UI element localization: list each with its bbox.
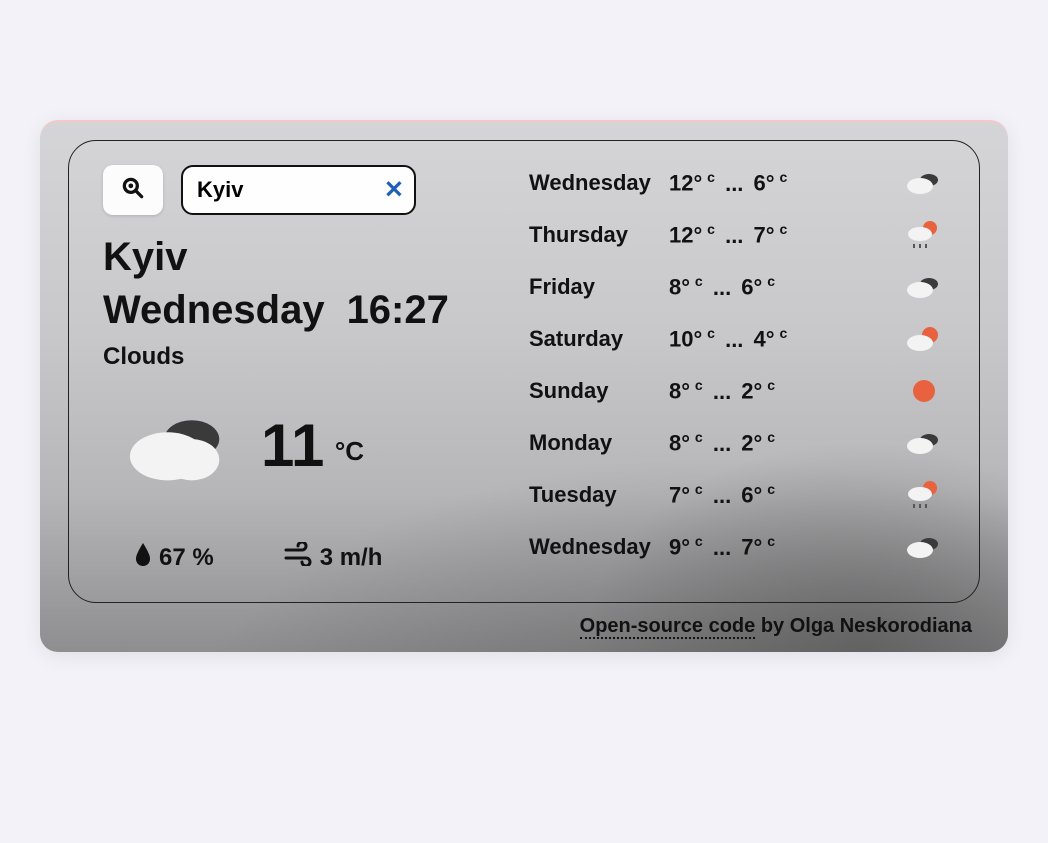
forecast-row: Sunday8° c ... 2° c: [529, 375, 945, 407]
droplet-icon: [133, 541, 153, 574]
humidity-item: 67 %: [133, 541, 214, 574]
forecast-cloud-icon: [903, 271, 945, 303]
cloud-icon: [123, 401, 233, 491]
source-code-link[interactable]: Open-source code: [580, 615, 756, 639]
forecast-row: Tuesday7° c ... 6° c: [529, 479, 945, 511]
wind-icon: [284, 542, 314, 573]
current-condition: Clouds: [103, 343, 519, 371]
temperature-value-group: 11 °C: [261, 416, 364, 476]
city-search-input[interactable]: [181, 165, 416, 215]
forecast-day: Saturday: [529, 326, 669, 352]
forecast-row: Wednesday12° c ... 6° c: [529, 167, 945, 199]
forecast-row: Saturday10° c ... 4° c: [529, 323, 945, 355]
forecast-day: Wednesday: [529, 170, 669, 196]
forecast-range: 8° c ... 2° c: [669, 429, 903, 456]
temperature-value: 11: [261, 412, 324, 479]
forecast-cloud-icon: [903, 427, 945, 459]
forecast-row: Monday8° c ... 2° c: [529, 427, 945, 459]
forecast-rain-sun-icon: [903, 479, 945, 511]
forecast-day: Monday: [529, 430, 669, 456]
forecast-section: Wednesday12° c ... 6° cThursday12° c ...…: [529, 165, 945, 574]
humidity-wind-row: 67 % 3 m/h: [103, 541, 519, 574]
humidity-value: 67 %: [159, 544, 214, 572]
forecast-range: 12° c ... 6° c: [669, 169, 903, 196]
forecast-range: 7° c ... 6° c: [669, 481, 903, 508]
forecast-row: Thursday12° c ... 7° c: [529, 219, 945, 251]
temperature-row: 11 °C: [103, 401, 519, 491]
current-day: Wednesday: [103, 288, 325, 333]
forecast-cloud-sun-icon: [903, 323, 945, 355]
search-map-pin-icon: [120, 175, 146, 206]
forecast-list: Wednesday12° c ... 6° cThursday12° c ...…: [529, 165, 945, 563]
forecast-range: 8° c ... 2° c: [669, 377, 903, 404]
forecast-day: Thursday: [529, 222, 669, 248]
forecast-day: Wednesday: [529, 534, 669, 560]
forecast-rain-sun-icon: [903, 219, 945, 251]
forecast-range: 8° c ... 6° c: [669, 273, 903, 300]
wind-item: 3 m/h: [284, 541, 383, 574]
forecast-cloud-icon: [903, 167, 945, 199]
current-weather-section: ✕ Kyiv Wednesday 16:27 Clouds 11: [103, 165, 519, 574]
forecast-row: Friday8° c ... 6° c: [529, 271, 945, 303]
city-name: Kyiv: [103, 235, 519, 280]
forecast-day: Sunday: [529, 378, 669, 404]
search-button[interactable]: [103, 165, 163, 215]
clear-input-icon[interactable]: ✕: [384, 176, 404, 205]
forecast-cloud-icon: [903, 531, 945, 563]
weather-card: ✕ Kyiv Wednesday 16:27 Clouds 11: [40, 120, 1008, 652]
temperature-unit: °C: [335, 436, 364, 466]
search-row: ✕: [103, 165, 519, 215]
forecast-sun-icon: [903, 375, 945, 407]
forecast-day: Friday: [529, 274, 669, 300]
current-time: 16:27: [347, 288, 449, 333]
forecast-range: 12° c ... 7° c: [669, 221, 903, 248]
forecast-range: 9° c ... 7° c: [669, 533, 903, 560]
search-input-wrap: ✕: [181, 165, 416, 215]
footer: Open-source code by Olga Neskorodiana: [68, 615, 980, 638]
footer-byline: by Olga Neskorodiana: [755, 615, 972, 637]
forecast-range: 10° c ... 4° c: [669, 325, 903, 352]
weather-panel: ✕ Kyiv Wednesday 16:27 Clouds 11: [68, 140, 980, 603]
day-time-row: Wednesday 16:27: [103, 288, 519, 333]
wind-value: 3 m/h: [320, 544, 383, 572]
forecast-day: Tuesday: [529, 482, 669, 508]
forecast-row: Wednesday9° c ... 7° c: [529, 531, 945, 563]
